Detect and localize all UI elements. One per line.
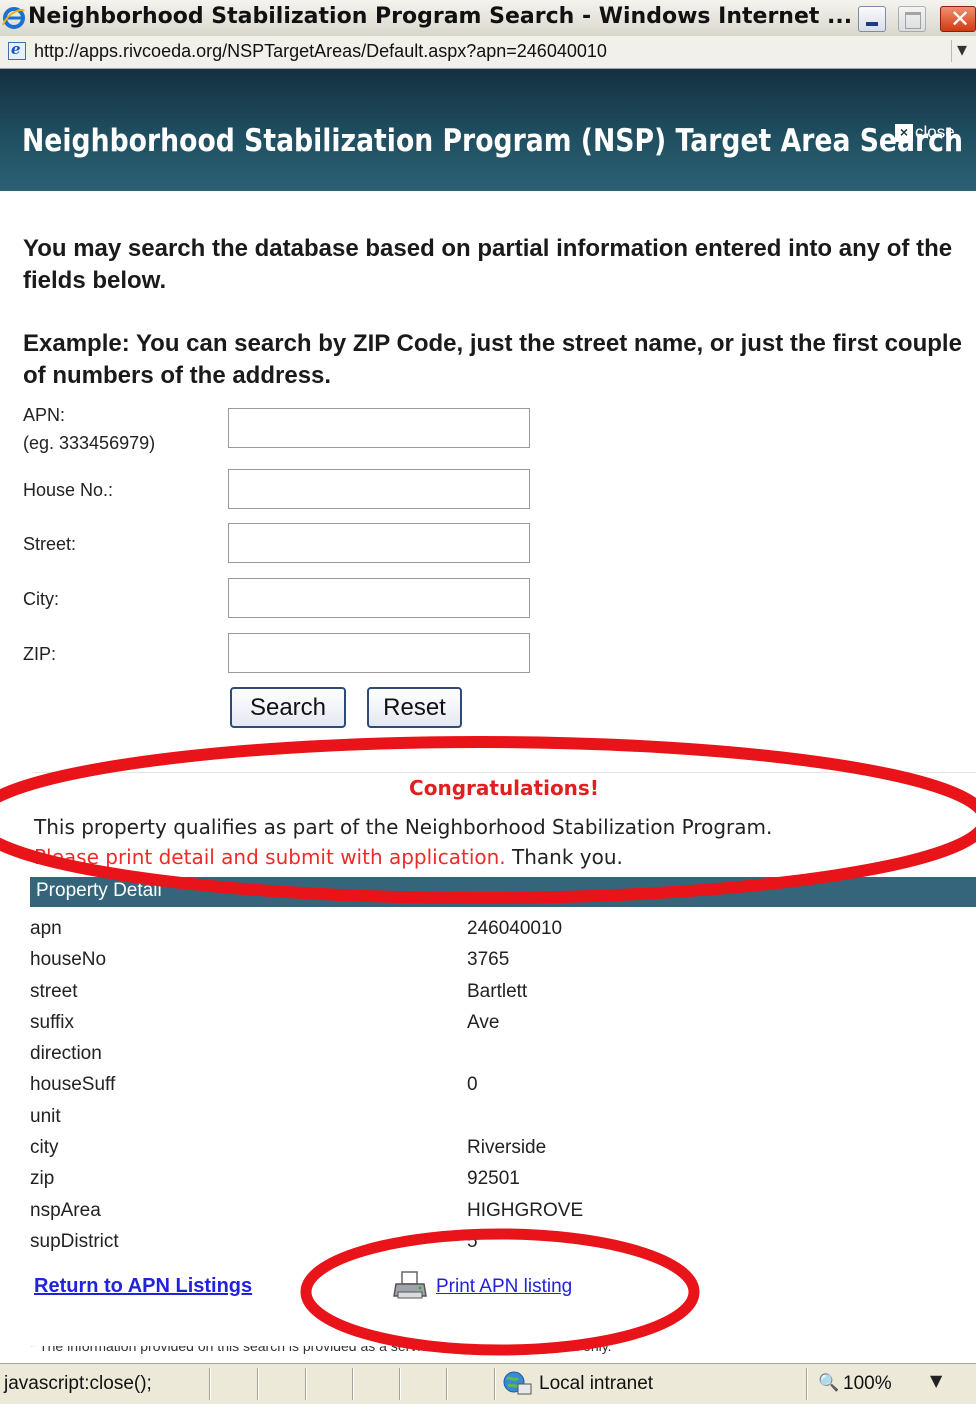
close-label: close <box>915 122 955 142</box>
window-title: Neighborhood Stabilization Program Searc… <box>28 4 853 29</box>
detail-key: houseNo <box>30 949 107 970</box>
address-url[interactable]: http://apps.rivcoeda.org/NSPTargetAreas/… <box>34 41 607 62</box>
property-detail-title: Property Detail <box>36 880 162 901</box>
print-instruction: Please print detail and submit with appl… <box>34 845 623 869</box>
status-separator <box>494 1368 496 1400</box>
address-dropdown-button[interactable] <box>951 37 974 62</box>
detail-value: Bartlett <box>467 981 528 1002</box>
congratulations-heading: Congratulations! <box>409 776 599 800</box>
disclaimer-line: * The information provided on this searc… <box>30 1346 612 1354</box>
example-text: Example: You can search by ZIP Code, jus… <box>23 330 962 389</box>
page-title: Neighborhood Stabilization Program (NSP)… <box>22 123 963 159</box>
detail-value: 246040010 <box>467 918 563 939</box>
status-separator <box>806 1368 808 1400</box>
apn-hint: (eg. 333456979) <box>23 433 156 453</box>
page-header: Neighborhood Stabilization Program (NSP)… <box>0 69 976 191</box>
detail-value: 0 <box>467 1074 478 1095</box>
detail-value: 92501 <box>467 1168 520 1189</box>
detail-value: 3765 <box>467 949 510 970</box>
property-detail-header: Property Detail <box>30 877 976 907</box>
detail-value: Riverside <box>467 1137 547 1158</box>
window-close-button[interactable]: ✕ <box>940 5 976 33</box>
close-box-icon: × <box>895 123 913 142</box>
print-apn-listing-link[interactable]: Print APN listing <box>436 1276 572 1298</box>
detail-value: 5 <box>467 1231 478 1252</box>
search-button[interactable]: Search <box>230 687 346 728</box>
street-input[interactable] <box>228 523 530 563</box>
maximize-button[interactable] <box>898 6 926 32</box>
status-separator <box>209 1368 211 1400</box>
detail-key: nspArea <box>30 1200 101 1221</box>
detail-key: supDistrict <box>30 1231 119 1252</box>
city-label: City: <box>23 589 59 609</box>
intro-text: You may search the database based on par… <box>23 235 953 294</box>
detail-key: unit <box>30 1106 61 1127</box>
qualification-message: This property qualifies as part of the N… <box>34 815 773 839</box>
detail-key: city <box>30 1137 59 1158</box>
house-no-input[interactable] <box>228 469 530 509</box>
security-zone: Local intranet <box>539 1373 654 1394</box>
zoom-dropdown-icon[interactable]: ▼ <box>930 1371 942 1390</box>
street-label: Street: <box>23 534 77 554</box>
detail-value: HIGHGROVE <box>467 1200 584 1221</box>
zoom-icon[interactable]: 🔍 <box>818 1373 839 1393</box>
detail-key: zip <box>30 1168 55 1189</box>
detail-key: houseSuff <box>30 1074 116 1095</box>
minimize-button[interactable] <box>858 6 886 32</box>
page-icon: e <box>8 40 26 60</box>
globe-icon <box>503 1371 532 1395</box>
return-to-apn-listings-link[interactable]: Return to APN Listings <box>34 1275 252 1298</box>
status-separator <box>399 1368 401 1400</box>
print-instruction-red: Please print detail and submit with appl… <box>34 845 506 869</box>
zip-input[interactable] <box>228 633 530 673</box>
apn-label: APN: <box>23 405 66 425</box>
printer-icon[interactable] <box>393 1270 427 1302</box>
thank-you-text: Thank you. <box>512 845 623 869</box>
zip-label: ZIP: <box>23 644 57 664</box>
close-icon: ✕ <box>950 5 971 33</box>
house-no-label: House No.: <box>23 480 114 500</box>
detail-key: apn <box>30 918 62 939</box>
detail-key: direction <box>30 1043 102 1064</box>
detail-key: street <box>30 981 78 1002</box>
apn-input[interactable] <box>228 408 530 448</box>
city-input[interactable] <box>228 578 530 618</box>
reset-button[interactable]: Reset <box>367 687 462 728</box>
zoom-level[interactable]: 100% <box>843 1373 892 1395</box>
status-separator <box>305 1368 307 1400</box>
disclaimer-text: * The information provided on this searc… <box>30 1346 970 1358</box>
status-separator <box>257 1368 259 1400</box>
close-link[interactable]: × close <box>895 122 955 143</box>
status-text: javascript:close(); <box>4 1373 152 1394</box>
detail-key: suffix <box>30 1012 75 1033</box>
status-separator <box>352 1368 354 1400</box>
annotation-layer <box>0 736 976 1356</box>
ie-logo-icon <box>2 7 25 29</box>
detail-value: Ave <box>467 1012 500 1033</box>
address-bar: e http://apps.rivcoeda.org/NSPTargetArea… <box>0 36 976 69</box>
status-bar: javascript:close(); Local intranet 🔍 100… <box>0 1363 976 1404</box>
status-separator <box>446 1368 448 1400</box>
window-title-bar: Neighborhood Stabilization Program Searc… <box>0 0 976 37</box>
